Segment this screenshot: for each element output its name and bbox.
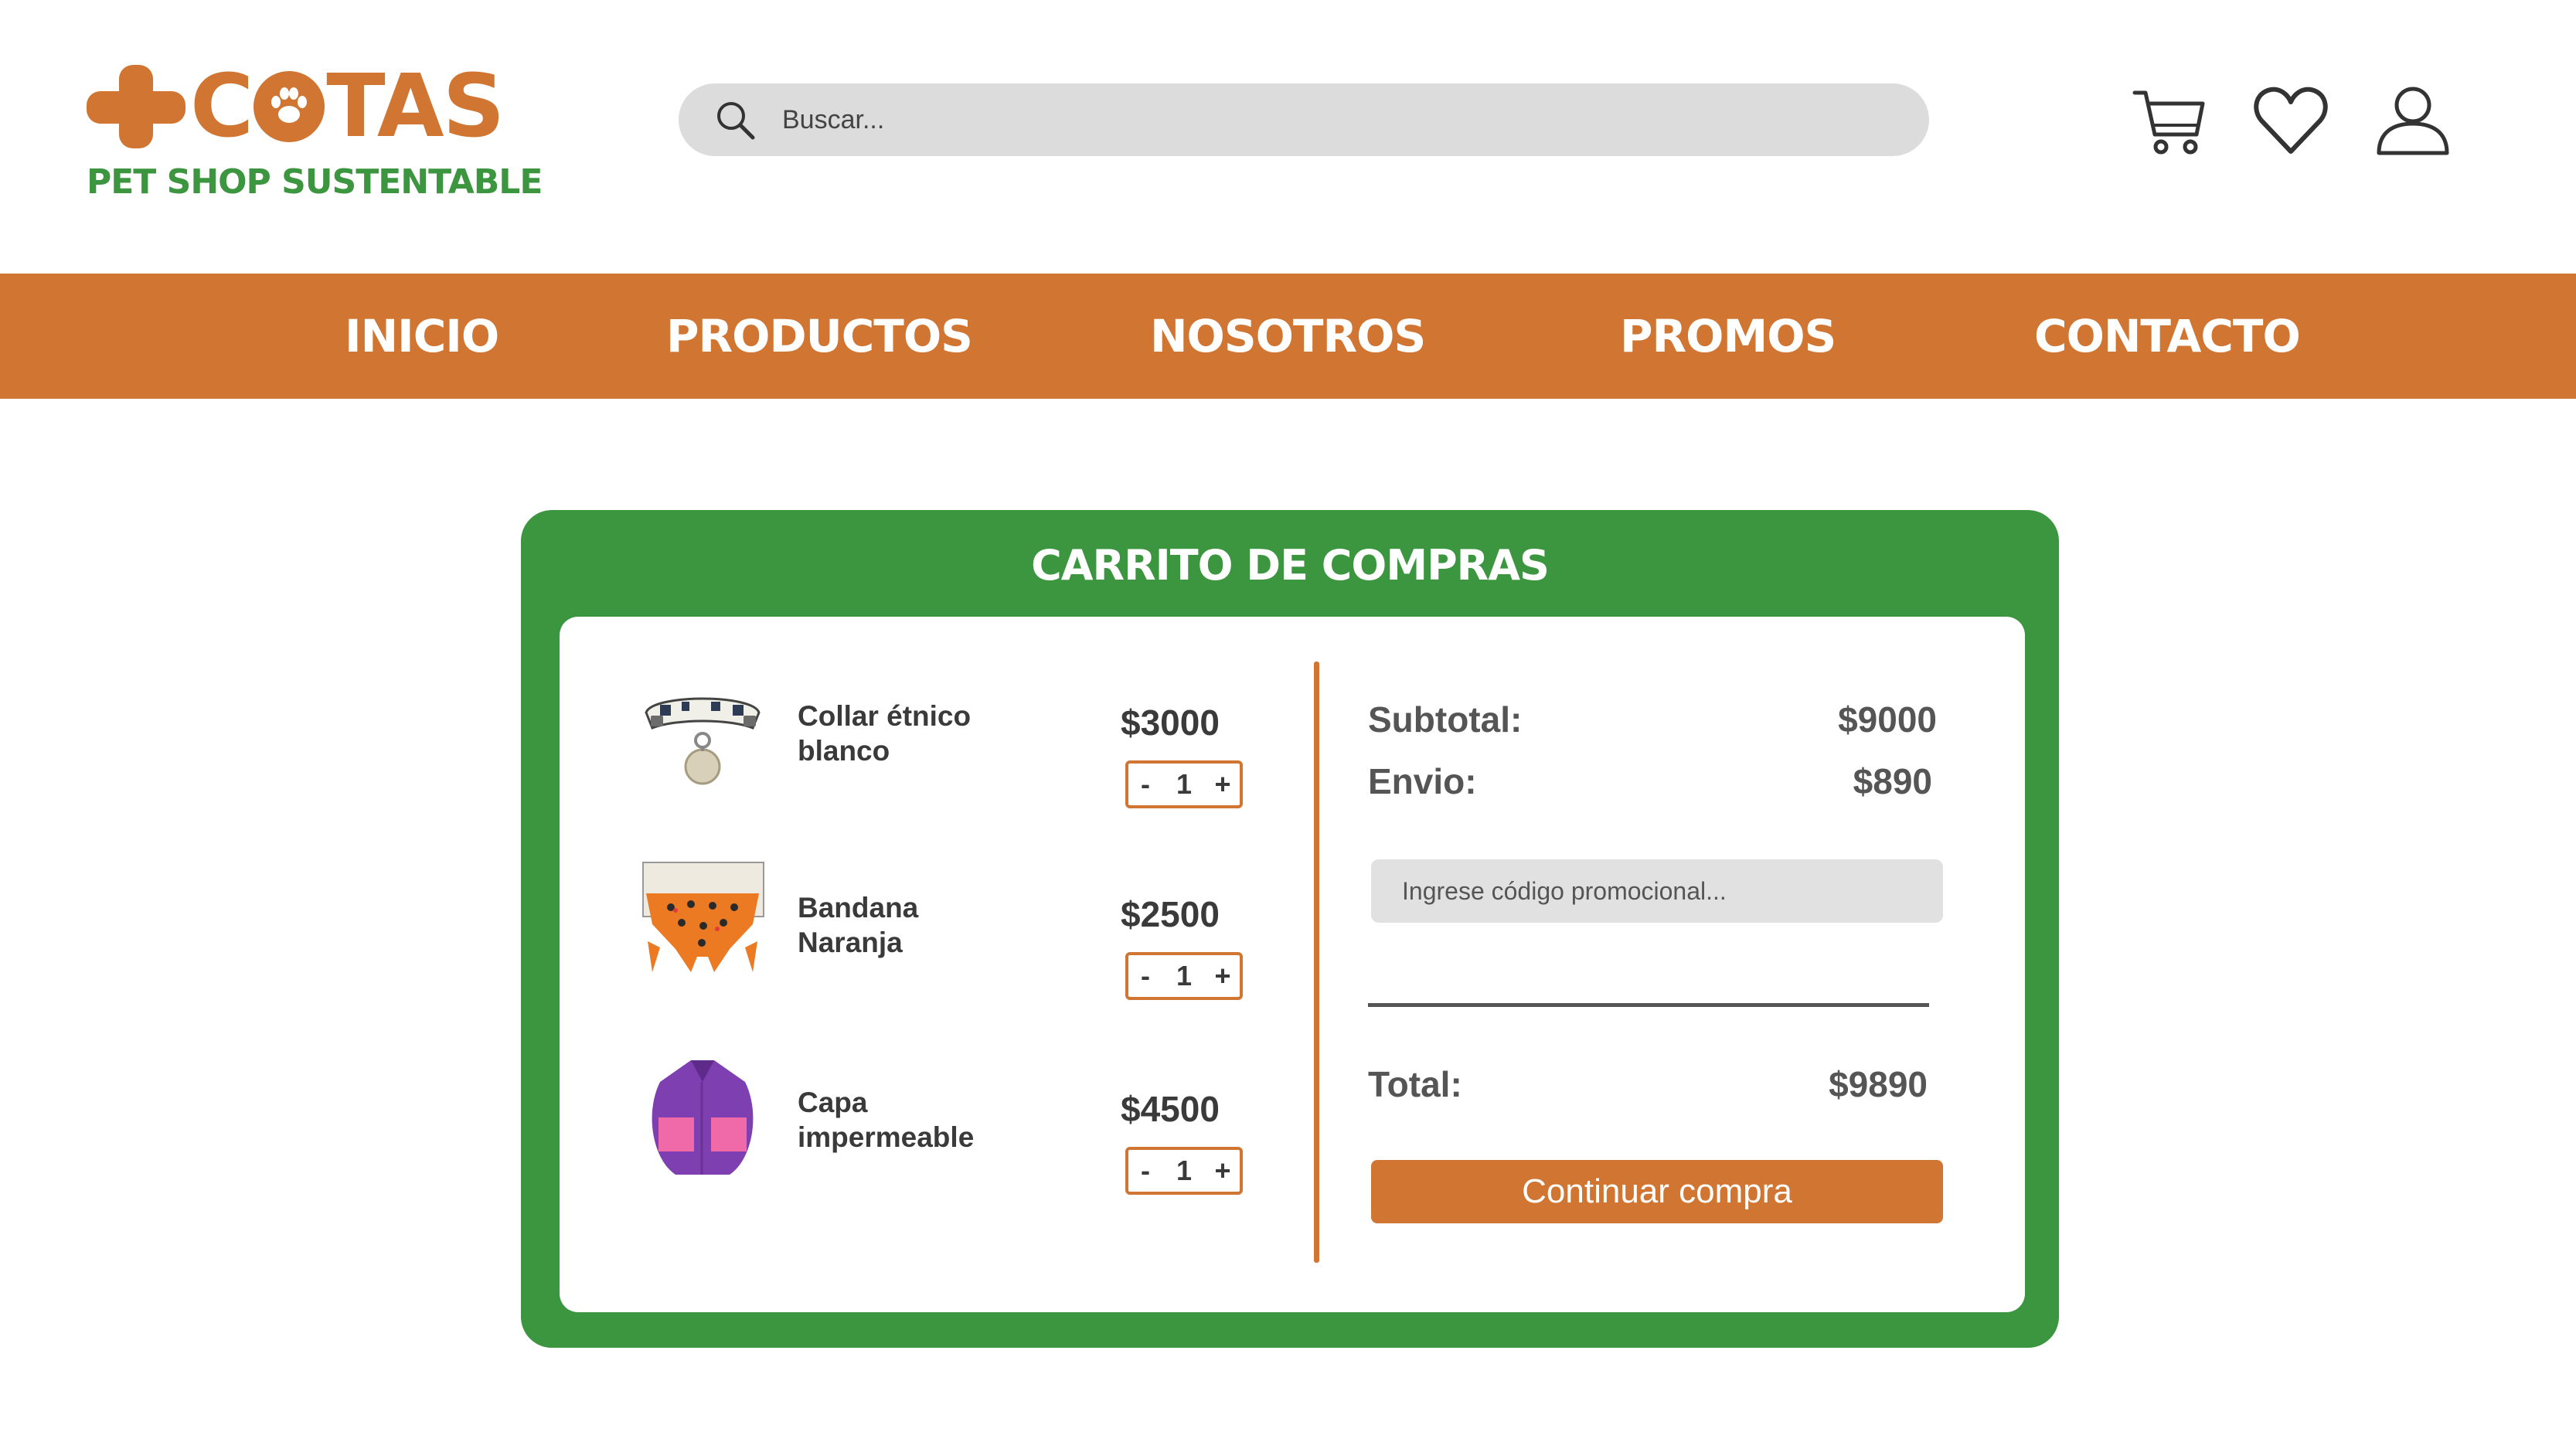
nav-item-promos[interactable]: PROMOS: [1620, 274, 1836, 399]
cart-card: Collar étnico blanco $3000 - 1 + Bandana…: [560, 617, 2025, 1312]
shipping-label: Envio:: [1368, 761, 1477, 801]
subtotal-value: $9000: [1838, 699, 1937, 740]
nav-item-inicio[interactable]: INICIO: [345, 274, 499, 399]
quantity-stepper: - 1 +: [1125, 760, 1243, 808]
decrease-button[interactable]: -: [1128, 768, 1162, 801]
item-price: $4500: [1121, 1089, 1220, 1129]
quantity-value: 1: [1176, 960, 1193, 992]
nav-item-contacto[interactable]: CONTACTO: [2034, 274, 2301, 399]
heart-icon[interactable]: [2251, 80, 2331, 161]
item-price: $2500: [1121, 894, 1220, 934]
total-label: Total:: [1368, 1064, 1462, 1104]
search-input[interactable]: [781, 104, 1866, 136]
brand-logo[interactable]: C TAS PET SHOP SUSTENTABLE: [87, 60, 543, 215]
summary-divider: [1368, 1003, 1929, 1007]
main-nav: INICIO PRODUCTOS NOSOTROS PROMOS CONTACT…: [0, 274, 2576, 399]
quantity-stepper: - 1 +: [1125, 1147, 1243, 1195]
increase-button[interactable]: +: [1206, 768, 1240, 801]
plus-cross-icon: [87, 65, 185, 148]
subtotal-label: Subtotal:: [1368, 699, 1523, 740]
paw-icon: [254, 71, 325, 142]
search-bar[interactable]: [679, 83, 1929, 156]
cart-item: Bandana Naranja $2500 - 1 +: [560, 856, 1286, 1011]
increase-button[interactable]: +: [1206, 1155, 1240, 1187]
logo-tagline: PET SHOP SUSTENTABLE: [87, 162, 543, 202]
cart-item: Capa impermeable $4500 - 1 +: [560, 1051, 1286, 1206]
increase-button[interactable]: +: [1206, 960, 1240, 992]
continue-purchase-button[interactable]: Continuar compra: [1371, 1160, 1943, 1223]
search-icon[interactable]: [713, 97, 757, 142]
nav-item-nosotros[interactable]: NOSOTROS: [1150, 274, 1426, 399]
shipping-value: $890: [1853, 761, 1932, 801]
raincoat-image: [652, 1060, 754, 1175]
logo-wordmark: C TAS: [190, 56, 505, 157]
cart-title: CARRITO DE COMPRAS: [1031, 541, 1550, 590]
quantity-value: 1: [1176, 768, 1193, 800]
nav-item-productos[interactable]: PRODUCTOS: [666, 274, 973, 399]
bandana-image: [642, 862, 764, 972]
promo-code-input[interactable]: [1371, 859, 1943, 923]
collar-image: [645, 697, 761, 785]
decrease-button[interactable]: -: [1128, 960, 1162, 992]
user-icon[interactable]: [2373, 80, 2453, 161]
cart-icon[interactable]: [2130, 80, 2210, 161]
quantity-value: 1: [1176, 1155, 1193, 1186]
cart-panel: CARRITO DE COMPRAS Collar étnico blanco …: [521, 510, 2059, 1348]
quantity-stepper: - 1 +: [1125, 952, 1243, 1000]
item-name: Capa impermeable: [798, 1087, 975, 1153]
vertical-divider: [1314, 662, 1319, 1263]
item-name: Collar étnico blanco: [798, 700, 972, 767]
decrease-button[interactable]: -: [1128, 1155, 1162, 1187]
item-price: $3000: [1121, 702, 1220, 743]
total-value: $9890: [1829, 1064, 1928, 1104]
cart-item: Collar étnico blanco $3000 - 1 +: [560, 665, 1286, 819]
logo-mark: C TAS: [87, 56, 505, 157]
item-name: Bandana Naranja: [798, 892, 919, 958]
